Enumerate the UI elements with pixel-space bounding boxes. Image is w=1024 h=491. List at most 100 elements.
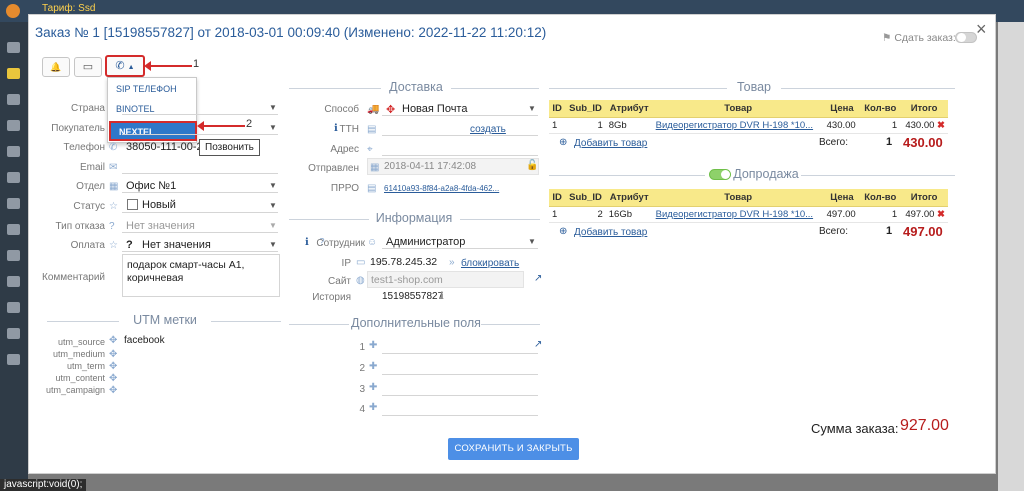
refusal-select[interactable]: Нет значения [126, 220, 195, 232]
payment-select[interactable]: Нет значения [142, 239, 211, 251]
email-field[interactable] [122, 173, 278, 174]
cell-price[interactable]: 430.00 [823, 117, 861, 134]
status-select[interactable]: Новый [142, 199, 176, 211]
payment-caret-icon[interactable]: ▼ [269, 240, 277, 249]
address-field[interactable] [382, 155, 538, 156]
country-caret-icon[interactable]: ▼ [269, 103, 277, 112]
notification-button[interactable]: 🔔 [42, 57, 70, 77]
question-icon: ? [109, 221, 115, 232]
block-ip-link[interactable]: блокировать [461, 258, 519, 269]
method-select[interactable]: Новая Почта [402, 103, 467, 115]
status-underline [122, 212, 278, 213]
employee-caret-icon[interactable]: ▼ [528, 237, 536, 246]
screen-button[interactable]: ▭ [74, 57, 102, 77]
settings-icon[interactable] [7, 276, 20, 287]
list-icon[interactable] [7, 120, 20, 131]
col-total: Итого [900, 100, 948, 118]
chart-icon[interactable] [7, 224, 20, 235]
phone-field[interactable]: 38050-111-00-22 [126, 141, 209, 153]
product-link[interactable]: Видеорегистратор DVR H-198 *10... [656, 209, 813, 220]
video-icon[interactable] [7, 328, 20, 339]
goods-total-sum: 430.00 [903, 135, 943, 150]
prro-link[interactable]: 61410a93-8f84-a2a8-4fda-462... [384, 184, 499, 193]
delete-icon[interactable]: ✖ [937, 120, 945, 131]
eye-icon[interactable] [7, 302, 20, 313]
tags-icon[interactable] [7, 250, 20, 261]
monitor-icon: ▭ [356, 257, 366, 268]
plus-icon[interactable]: ✚ [369, 340, 377, 351]
method-caret-icon[interactable]: ▼ [528, 104, 536, 113]
col-price: Цена [823, 100, 861, 118]
dropdown-item-binotel[interactable]: BINOTEL [108, 100, 196, 118]
email-label: Email [79, 162, 105, 173]
country-select[interactable] [122, 114, 278, 115]
call-dropdown-button[interactable]: ✆ ▲ [105, 55, 145, 77]
external-link-icon[interactable]: ↗ [534, 339, 542, 350]
extra-row-label: 1 [359, 342, 365, 353]
users-icon[interactable] [7, 94, 20, 105]
cell-subid: 1 [565, 117, 606, 134]
phone-field-icon: ✆ [109, 142, 118, 153]
desktop-icon[interactable] [7, 42, 20, 53]
create-ttn-link[interactable]: создать [470, 124, 506, 135]
product-link[interactable]: Видеорегистратор DVR H-198 *10... [656, 120, 813, 131]
building-icon: ▦ [109, 181, 119, 192]
cell-qty[interactable]: 1 [860, 206, 901, 223]
dept-underline [122, 192, 278, 193]
goods-table: ID Sub_ID Атрибут Товар Цена Кол-во Итог… [549, 100, 948, 134]
unlock-icon[interactable]: 🔓 [526, 160, 538, 171]
country-label: Страна [70, 103, 105, 114]
add-circle-icon[interactable]: ⊕ [559, 137, 567, 148]
extra-field[interactable] [382, 415, 538, 416]
ttn-label: ТТН [339, 124, 359, 135]
extra-field[interactable] [382, 353, 538, 354]
cell-qty[interactable]: 1 [860, 117, 901, 134]
external-link-icon[interactable]: ↗ [534, 273, 542, 284]
dept-caret-icon[interactable]: ▼ [269, 181, 277, 190]
phone-icon[interactable] [7, 172, 20, 183]
upsell-toggle[interactable] [709, 169, 731, 180]
plus-icon[interactable]: ✚ [369, 402, 377, 413]
cell-price[interactable]: 497.00 [823, 206, 861, 223]
delete-icon[interactable]: ✖ [937, 209, 945, 220]
payment-label: Оплата [70, 240, 105, 251]
divider [801, 175, 955, 176]
bell-icon: 🔔 [50, 62, 62, 72]
order-sum-value: 927.00 [900, 417, 949, 434]
cart-icon[interactable] [7, 146, 20, 157]
cell-id: 1 [549, 206, 566, 223]
plus-icon[interactable]: ✚ [369, 361, 377, 372]
dropdown-item-sip[interactable]: SIP ТЕЛЕФОН [108, 80, 196, 98]
extra-section-title: Дополнительные поля [351, 316, 481, 330]
buyer-caret-icon[interactable]: ▼ [269, 123, 277, 132]
exit-icon[interactable] [7, 354, 20, 365]
close-icon[interactable]: × [976, 19, 987, 40]
move-icon: ✥ [109, 373, 118, 384]
dropdown-item-nextel[interactable]: NEXTEL [109, 121, 197, 141]
add-upsell-link[interactable]: Добавить товар [574, 227, 647, 238]
receipt-icon: ▤ [367, 183, 377, 194]
add-circle-icon[interactable]: ⊕ [559, 226, 567, 237]
gift-toggle[interactable] [955, 32, 977, 43]
col-attr: Атрибут [605, 189, 653, 207]
extra-field[interactable] [382, 374, 538, 375]
orders-icon[interactable] [7, 68, 20, 79]
buyer-select[interactable] [122, 134, 278, 135]
dept-select[interactable]: Офис №1 [126, 180, 176, 192]
app-logo [6, 4, 20, 18]
info-icon[interactable]: ℹ [440, 291, 444, 302]
status-caret-icon[interactable]: ▼ [269, 201, 277, 210]
employee-select[interactable]: Администратор [386, 236, 465, 248]
megaphone-icon[interactable] [7, 198, 20, 209]
comment-textarea[interactable]: подарок смарт-часы А1, коричневая [122, 254, 280, 297]
plus-icon[interactable]: ✚ [369, 382, 377, 393]
col-product: Товар [652, 100, 824, 118]
add-product-link[interactable]: Добавить товар [574, 138, 647, 149]
app-sidebar [0, 22, 28, 491]
refusal-caret-icon[interactable]: ▼ [269, 221, 277, 230]
save-and-close-button[interactable]: СОХРАНИТЬ И ЗАКРЫТЬ [448, 438, 579, 460]
modal-title: Заказ № 1 [15198557827] от 2018-03-01 00… [35, 25, 547, 40]
phone-icon: ✆ [115, 60, 125, 72]
extra-field[interactable] [382, 395, 538, 396]
ttn-field[interactable] [382, 135, 538, 136]
